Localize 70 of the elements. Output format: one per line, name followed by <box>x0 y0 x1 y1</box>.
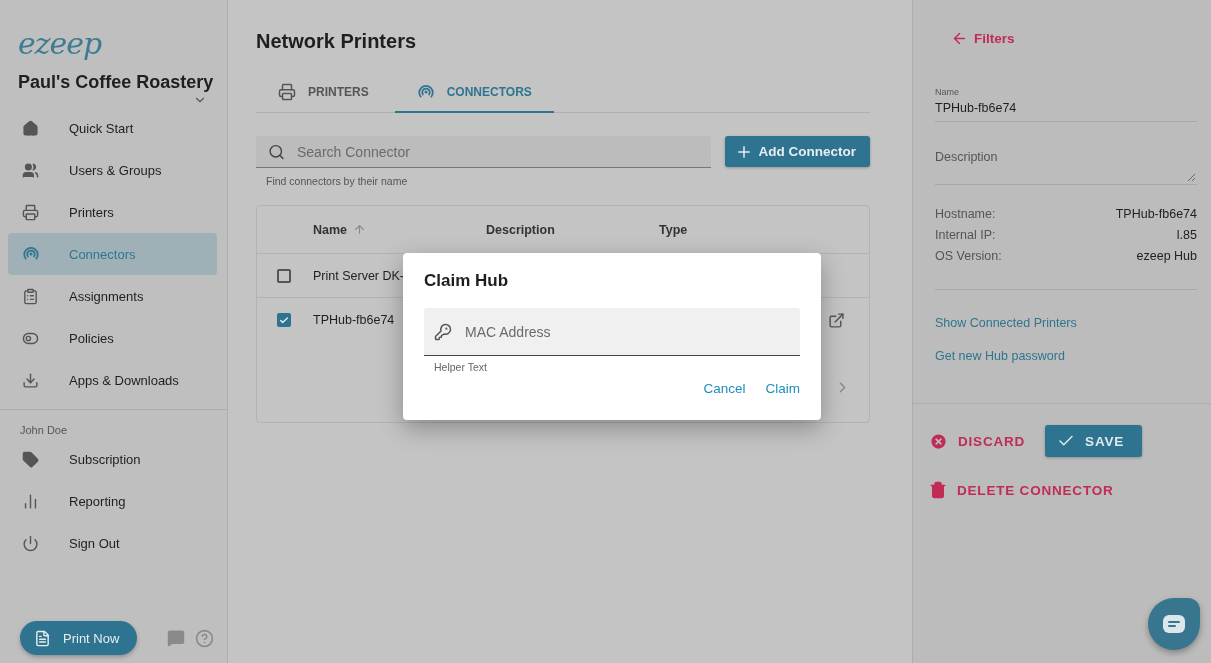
tag-icon <box>22 450 39 468</box>
nav-item[interactable]: Quick Start <box>8 107 217 149</box>
field-label: Name <box>935 87 960 97</box>
nav-item[interactable]: Assignments <box>8 275 217 317</box>
nav-item[interactable]: Connectors <box>8 233 217 275</box>
column-header[interactable]: Description <box>486 222 555 237</box>
dialog-action-button[interactable]: Cancel <box>703 381 746 396</box>
add-connector-button[interactable]: Add Connector <box>724 136 870 167</box>
property-value: TPHub-fb6e74 <box>1115 207 1197 221</box>
power-icon <box>22 534 39 552</box>
users-icon <box>22 161 39 179</box>
sort-arrow-icon[interactable] <box>353 223 367 236</box>
helper-text: Helper Text <box>433 360 488 373</box>
page-title: Network Printers <box>256 30 418 53</box>
property-value: ezeep Hub <box>1136 249 1197 263</box>
helper-text: Find connectors by their name <box>265 174 409 187</box>
link[interactable]: Get new Hub password <box>935 349 1065 363</box>
printer-icon <box>278 83 296 101</box>
description-field[interactable]: Description <box>935 150 1197 185</box>
connector-icon <box>22 245 40 263</box>
search-icon <box>268 143 285 161</box>
back-arrow-icon <box>951 30 968 47</box>
delete-button[interactable]: DELETE CONNECTOR <box>929 481 1114 499</box>
filters-back-link[interactable]: Filters <box>951 30 1015 47</box>
organization-name: Paul's Coffee Roastery <box>17 71 215 93</box>
trash-icon <box>929 481 947 499</box>
nav-item[interactable]: Sign Out <box>8 522 217 564</box>
property-value: l.85 <box>1176 228 1197 242</box>
save-button[interactable]: SAVE <box>1045 425 1143 457</box>
nav-item[interactable]: Reporting <box>8 480 217 522</box>
checkbox[interactable] <box>277 268 291 283</box>
mac-address-field[interactable]: MAC Address <box>424 308 800 356</box>
home-icon <box>22 119 39 137</box>
chat-icon <box>1163 615 1185 633</box>
table-cell: Print Server DK- <box>313 268 404 283</box>
discard-button[interactable]: DISCARD <box>929 431 1026 451</box>
connector-icon <box>416 83 435 101</box>
table-cell: TPHub-fb6e74 <box>313 313 395 327</box>
nav-item[interactable]: Users & Groups <box>8 149 217 191</box>
dialog-title: Claim Hub <box>424 271 510 291</box>
checkbox[interactable] <box>277 313 291 327</box>
link[interactable]: Show Connected Printers <box>935 316 1077 330</box>
print-now-button[interactable]: Print Now <box>20 621 138 655</box>
close-icon <box>929 431 948 451</box>
section-label: John Doe <box>19 424 69 436</box>
tab[interactable]: PRINTERS <box>256 73 391 113</box>
nav-item[interactable]: Subscription <box>8 438 217 480</box>
property-label: Hostname: <box>935 207 996 221</box>
dialog-action-button[interactable]: Claim <box>765 381 800 396</box>
tab[interactable]: CONNECTORS <box>394 73 554 113</box>
document-icon <box>34 629 51 647</box>
nav-item[interactable]: Policies <box>8 317 217 359</box>
nav-item[interactable]: Printers <box>8 191 217 233</box>
check-icon <box>279 314 289 326</box>
search-field[interactable]: Search Connector <box>256 136 711 168</box>
chat-button[interactable] <box>1148 598 1200 650</box>
clipboard-icon <box>22 287 39 305</box>
column-header[interactable]: Name <box>313 222 348 237</box>
name-field[interactable]: TPHub-fb6e74 <box>935 97 1197 122</box>
bar-chart-icon <box>22 492 39 510</box>
resize-grip-icon[interactable] <box>1188 174 1195 181</box>
printer-icon <box>22 203 39 221</box>
key-icon <box>434 323 452 341</box>
property-label: OS Version: <box>935 249 1002 263</box>
open-link-icon[interactable] <box>828 311 845 329</box>
download-icon <box>22 371 39 389</box>
nav-item[interactable]: Apps & Downloads <box>8 359 217 401</box>
logo: ezeep <box>17 28 103 60</box>
column-header[interactable]: Type <box>659 222 688 237</box>
property-label: Internal IP: <box>935 228 996 242</box>
